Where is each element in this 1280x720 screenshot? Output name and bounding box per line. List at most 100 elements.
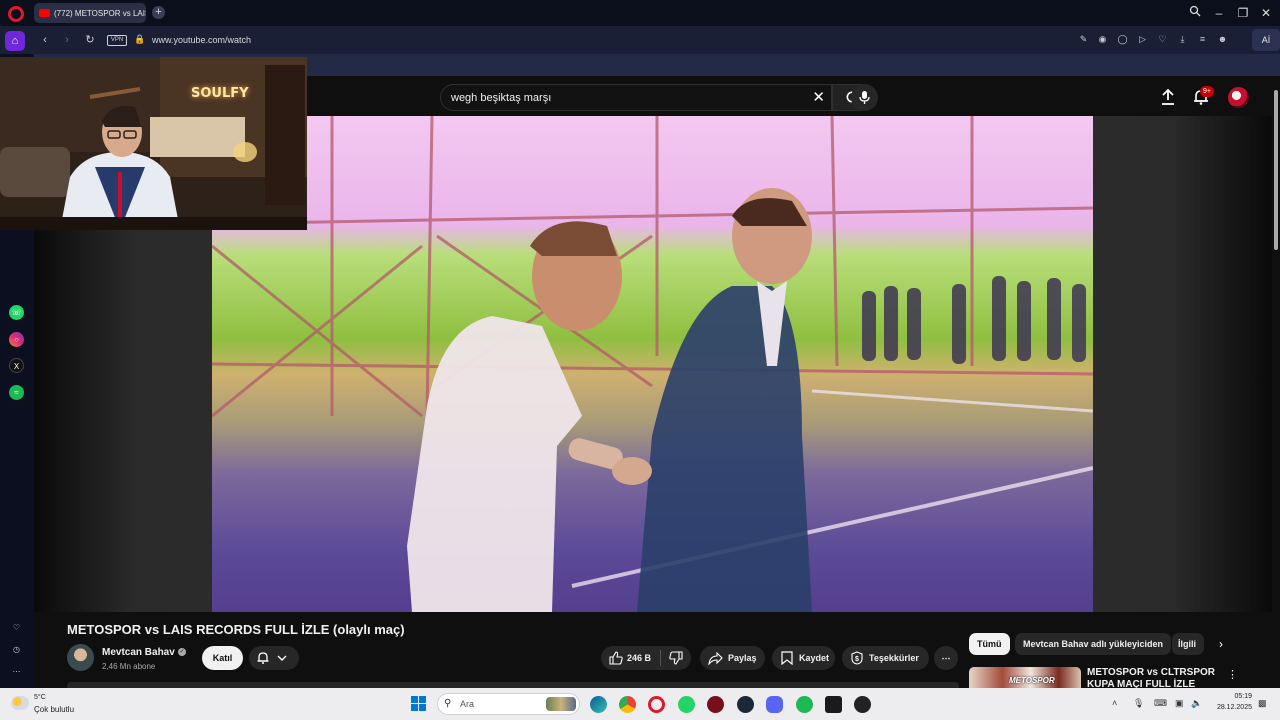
weather-description[interactable]: Çok bulutlu <box>34 705 74 714</box>
spotify-icon[interactable]: ≈ <box>9 385 24 400</box>
video-player[interactable] <box>212 116 1093 612</box>
bell-icon <box>257 652 269 664</box>
upload-icon[interactable] <box>1160 88 1176 106</box>
notification-center-icon[interactable]: ▩ <box>1258 698 1267 709</box>
camera-icon[interactable]: ◉ <box>1097 34 1108 45</box>
network-icon[interactable]: ▣ <box>1175 698 1184 709</box>
neon-sign: SOULFY <box>191 86 249 101</box>
youtube-favicon-icon <box>39 9 50 17</box>
more-dots-icon[interactable]: ⋯ <box>9 664 24 679</box>
taskbar-search-input[interactable]: ⚲ Ara <box>437 693 580 715</box>
forward-arrow-icon[interactable]: › <box>60 33 74 47</box>
recommended-video-menu-icon[interactable]: ⋮ <box>1227 668 1238 681</box>
home-button[interactable]: ⌂ <box>5 31 25 51</box>
taskbar-search-placeholder: Ara <box>460 699 475 709</box>
favorites-heart-icon[interactable]: ♡ <box>9 620 24 635</box>
heart-icon[interactable]: ♡ <box>1157 34 1168 45</box>
like-button[interactable]: 246 B <box>627 646 651 670</box>
spotify-taskbar-icon[interactable] <box>796 696 813 713</box>
clock-date[interactable]: 28.12.2025 <box>1212 704 1252 711</box>
windows-taskbar: 5°C Çok bulutlu ⚲ Ara ˄ 🎙 ⌨ ▣ 🔈 05:19 28… <box>0 688 1280 720</box>
chip-related[interactable]: İlgili <box>1172 633 1204 655</box>
chip-from-uploader[interactable]: Mevtcan Bahav adlı yükleyiciden <box>1015 633 1172 655</box>
tray-chevron-up-icon[interactable]: ˄ <box>1112 698 1117 708</box>
thumbnail-overlay-text: METOSPOR <box>1009 676 1055 685</box>
notifications-badge: 9+ <box>1200 86 1214 97</box>
page-scrollbar[interactable] <box>1272 78 1280 688</box>
whatsapp-taskbar-icon[interactable] <box>678 696 695 713</box>
play-icon[interactable]: ▷ <box>1137 34 1148 45</box>
channel-avatar[interactable] <box>67 644 94 671</box>
profile-icon[interactable]: ☻ <box>1217 34 1228 45</box>
video-frame-image <box>212 116 1093 612</box>
recommended-video-title[interactable]: METOSPOR vs CLTRSPOR KUPA MAÇI FULL İZLE <box>1087 667 1217 688</box>
discord-icon[interactable] <box>766 696 783 713</box>
windows-start-icon[interactable] <box>411 696 427 712</box>
steam-icon[interactable] <box>737 696 754 713</box>
svg-text:$: $ <box>855 656 859 663</box>
subscription-bell-dropdown[interactable] <box>249 646 299 670</box>
share-arrow-icon <box>708 651 723 665</box>
weather-cloud-icon[interactable] <box>11 696 29 710</box>
opera-taskbar-icon[interactable] <box>648 696 665 713</box>
thanks-label: Teşekkürler <box>869 653 919 663</box>
microphone-icon[interactable]: 🎙 <box>1133 698 1144 709</box>
recommended-video-thumbnail[interactable]: METOSPOR <box>969 667 1081 688</box>
thumbs-down-icon[interactable] <box>669 651 683 665</box>
keyboard-icon[interactable]: ⌨ <box>1154 698 1167 709</box>
menu-icon[interactable]: ≡ <box>1197 34 1208 45</box>
webcam-image <box>0 57 307 230</box>
more-actions-button[interactable]: ⋯ <box>934 646 958 670</box>
close-window-button[interactable]: ✕ <box>1258 5 1274 21</box>
shield-icon[interactable]: ◯ <box>1117 34 1128 45</box>
whatsapp-icon[interactable]: ☏ <box>9 305 24 320</box>
like-dislike-group: 246 B <box>601 646 691 670</box>
minimize-button[interactable]: – <box>1211 5 1227 21</box>
new-tab-button[interactable]: + <box>152 6 165 19</box>
voice-search-mic-icon[interactable] <box>851 84 878 111</box>
chips-next-chevron-icon[interactable]: › <box>1212 634 1230 654</box>
edge-icon[interactable] <box>590 696 607 713</box>
join-button[interactable]: Katıl <box>202 646 243 670</box>
maximize-button[interactable]: ❐ <box>1235 5 1251 21</box>
subscriber-count: 2,46 Mn abone <box>102 662 156 671</box>
instagram-icon[interactable]: ○ <box>9 332 24 347</box>
channel-name[interactable]: Mevtcan Bahav <box>102 647 175 658</box>
save-label: Kaydet <box>799 653 830 663</box>
reload-icon[interactable]: ↻ <box>83 33 97 47</box>
search-query-text: wegh beşiktaş marşı <box>451 92 552 104</box>
clear-search-icon[interactable]: ✕ <box>812 89 825 107</box>
browser-search-icon[interactable] <box>1187 5 1203 21</box>
x-twitter-icon[interactable]: X <box>9 358 24 373</box>
url-field[interactable]: www.youtube.com/watch <box>152 35 251 45</box>
vpn-badge[interactable]: VPN <box>107 35 127 46</box>
weather-temperature[interactable]: 5°C <box>34 694 46 701</box>
search-input[interactable]: wegh beşiktaş marşı ✕ <box>440 84 832 111</box>
tab-title: (772) METOSPOR vs LAIS RECORDS FULL İZLE… <box>54 8 146 18</box>
download-icon[interactable]: ⤓ <box>1177 34 1188 45</box>
clock-time[interactable]: 05:19 <box>1228 693 1252 700</box>
thumbs-up-icon <box>609 651 623 665</box>
opera-logo-icon[interactable] <box>8 6 24 22</box>
like-divider <box>660 650 661 666</box>
app-red-icon[interactable] <box>707 696 724 713</box>
thanks-button[interactable]: $ Teşekkürler <box>842 646 929 670</box>
back-arrow-icon[interactable]: ‹ <box>38 33 52 47</box>
webcam-overlay: SOULFY <box>0 57 307 230</box>
terminal-icon[interactable] <box>825 696 842 713</box>
browser-tab-active[interactable]: (772) METOSPOR vs LAIS RECORDS FULL İZLE… <box>34 3 146 23</box>
address-bar: ⌂ ‹ › ↻ VPN 🔒 www.youtube.com/watch ✎ ◉ … <box>0 26 1280 54</box>
history-clock-icon[interactable]: ◷ <box>9 642 24 657</box>
snapshot-edit-icon[interactable]: ✎ <box>1078 34 1089 45</box>
lock-icon[interactable]: 🔒 <box>134 34 145 45</box>
ai-button[interactable]: Aİ <box>1252 29 1280 51</box>
volume-icon[interactable]: 🔈 <box>1191 698 1202 709</box>
obs-icon[interactable] <box>854 696 871 713</box>
share-button[interactable]: Paylaş <box>700 646 765 670</box>
save-button[interactable]: Kaydet <box>772 646 835 670</box>
chrome-icon[interactable] <box>619 696 636 713</box>
user-avatar[interactable] <box>1228 87 1249 108</box>
scrollbar-thumb[interactable] <box>1274 90 1278 250</box>
search-highlight-image <box>546 697 576 711</box>
chip-all[interactable]: Tümü <box>969 633 1010 655</box>
